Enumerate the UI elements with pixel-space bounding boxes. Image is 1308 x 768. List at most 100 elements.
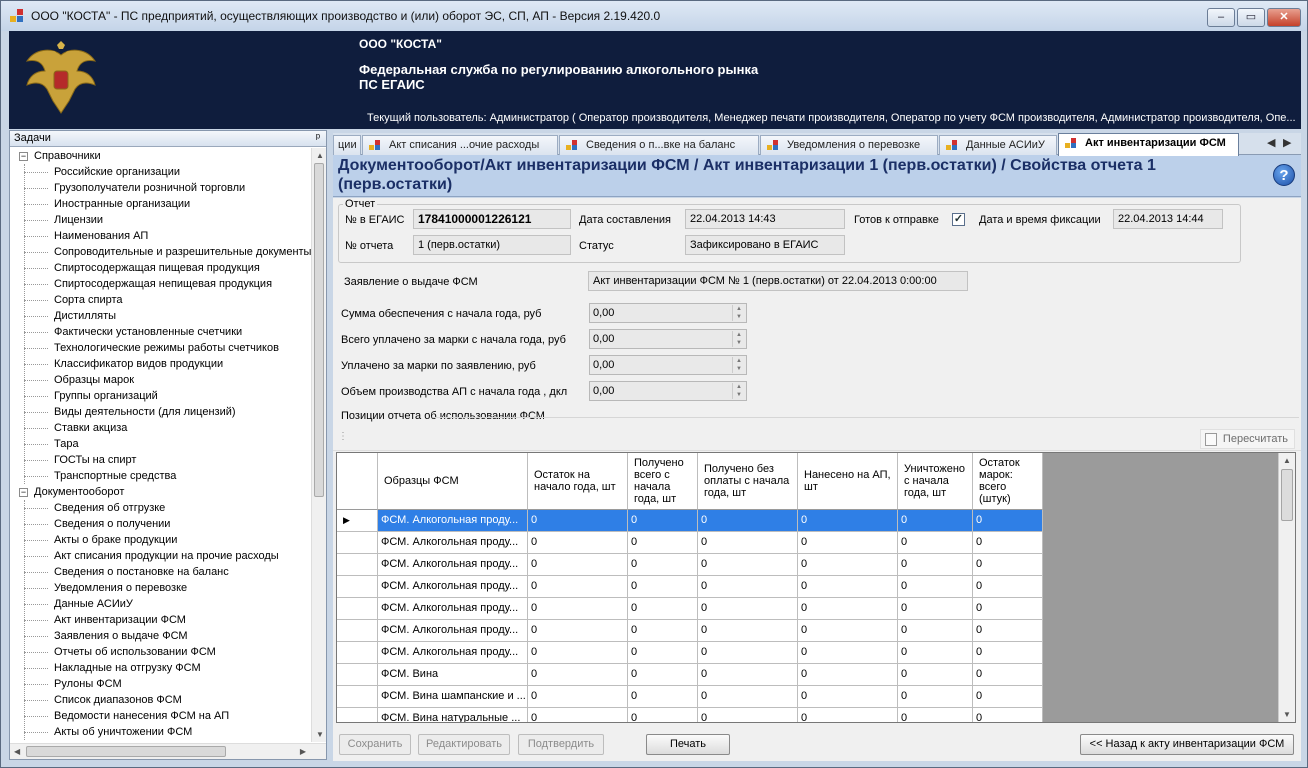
tab-write-off[interactable]: Акт списания ...очие расходы [362,135,558,155]
tree-item[interactable]: Группы организаций [10,388,312,404]
table-cell[interactable]: 0 [973,532,1043,554]
ready-to-send-checkbox[interactable]: ✓ [952,213,965,226]
edit-button[interactable]: Редактировать [418,734,510,755]
save-button[interactable]: Сохранить [339,734,411,755]
column-header[interactable]: Получено всего с начала года, шт [628,453,698,510]
table-cell[interactable]: 0 [528,510,628,532]
total-paid-input[interactable]: 0,00 ▲ ▼ [589,329,747,349]
table-cell[interactable]: 0 [698,532,798,554]
table-cell[interactable]: 0 [798,686,898,708]
row-header[interactable]: ▶ [337,510,378,532]
tree-item[interactable]: Данные АСИиУ [10,596,312,612]
table-cell[interactable]: ФСМ. Алкогольная проду... [378,642,528,664]
tree-item[interactable]: Дистилляты [10,308,312,324]
tree-item[interactable]: Акт списания продукции на прочие расходы [10,548,312,564]
row-header[interactable] [337,686,378,708]
table-cell[interactable]: 0 [798,642,898,664]
table-cell[interactable]: 0 [898,708,973,722]
row-header[interactable] [337,576,378,598]
tree-item[interactable]: Накладные на отгрузку ФСМ [10,660,312,676]
table-cell[interactable]: 0 [973,598,1043,620]
tree-item[interactable]: Российские организации [10,164,312,180]
tree-item[interactable]: Спиртосодержащая пищевая продукция [10,260,312,276]
tree-item[interactable]: Классификатор видов продукции [10,356,312,372]
table-cell[interactable]: 0 [628,708,698,722]
collapse-icon[interactable]: − [19,152,28,161]
tree-item[interactable]: Акты об уничтожении ФСМ [10,724,312,740]
table-cell[interactable]: 0 [528,598,628,620]
table-cell[interactable]: 0 [698,664,798,686]
tree-item[interactable]: Акт инвентаризации ФСМ [10,612,312,628]
column-header[interactable]: Получено без оплаты с начала года, шт [698,453,798,510]
tree-item[interactable]: Тара [10,436,312,452]
tree-item[interactable]: Рулоны ФСМ [10,676,312,692]
column-header[interactable]: Образцы ФСМ [378,453,528,510]
table-cell[interactable]: 0 [898,510,973,532]
row-header[interactable] [337,554,378,576]
tree-item[interactable]: Наименования АП [10,228,312,244]
table-cell[interactable]: 0 [798,510,898,532]
table-cell[interactable]: 0 [528,642,628,664]
table-cell[interactable]: 0 [798,532,898,554]
table-cell[interactable]: 0 [898,532,973,554]
table-cell[interactable]: 0 [528,664,628,686]
confirm-button[interactable]: Подтвердить [518,734,604,755]
table-cell[interactable]: 0 [898,686,973,708]
tree-item[interactable]: Сведения о постановке на баланс [10,564,312,580]
spin-buttons[interactable]: ▲ ▼ [732,331,745,347]
table-cell[interactable]: 0 [528,620,628,642]
tree-item[interactable]: Сопроводительные и разрешительные докуме… [10,244,312,260]
tasks-vertical-scrollbar[interactable]: ▲ ▼ [311,148,326,742]
table-cell[interactable]: 0 [698,554,798,576]
table-cell[interactable]: 0 [698,510,798,532]
tree-item[interactable]: Технологические режимы работы счетчиков [10,340,312,356]
table-cell[interactable]: 0 [973,554,1043,576]
tree-item[interactable]: Список диапазонов ФСМ [10,692,312,708]
row-header[interactable] [337,620,378,642]
table-cell[interactable]: 0 [628,510,698,532]
tree-item[interactable]: Иностранные организации [10,196,312,212]
table-row[interactable]: ▶ ФСМ. Алкогольная проду... 0 0 0 0 0 0 [337,510,1043,532]
table-cell[interactable]: 0 [898,642,973,664]
table-cell[interactable]: 0 [698,642,798,664]
table-cell[interactable]: 0 [628,598,698,620]
table-row[interactable]: ФСМ. Вина натуральные ... 0 0 0 0 0 0 [337,708,1043,722]
table-cell[interactable]: 0 [628,686,698,708]
table-cell[interactable]: ФСМ. Вина шампанские и ... [378,686,528,708]
scroll-thumb[interactable] [1281,469,1293,521]
column-header[interactable]: Остаток марок: всего (штук) [973,453,1043,510]
paid-by-application-input[interactable]: 0,00 ▲ ▼ [589,355,747,375]
table-cell[interactable]: 0 [628,642,698,664]
table-cell[interactable]: 0 [898,620,973,642]
grid-vertical-scrollbar[interactable]: ▲ ▼ [1278,453,1295,722]
tree-item[interactable]: Уведомления о перевозке [10,580,312,596]
table-cell[interactable]: 0 [973,664,1043,686]
close-button[interactable]: ✕ [1267,8,1301,27]
table-cell[interactable]: 0 [628,576,698,598]
table-row[interactable]: ФСМ. Вина шампанские и ... 0 0 0 0 0 0 [337,686,1043,708]
production-volume-input[interactable]: 0,00 ▲ ▼ [589,381,747,401]
table-cell[interactable]: ФСМ. Вина [378,664,528,686]
table-cell[interactable]: 0 [798,664,898,686]
minimize-button[interactable]: ‒ [1207,8,1235,27]
table-cell[interactable]: 0 [973,642,1043,664]
tree-item[interactable]: Ставки акциза [10,420,312,436]
table-cell[interactable]: 0 [698,708,798,722]
spin-buttons[interactable]: ▲ ▼ [732,357,745,373]
row-header[interactable] [337,642,378,664]
tree-item[interactable]: Фактически установленные счетчики [10,324,312,340]
tree-item[interactable]: Сведения об отгрузке [10,500,312,516]
tree-item[interactable]: Заявления о выдаче ФСМ [10,628,312,644]
table-cell[interactable]: 0 [798,576,898,598]
back-to-act-button[interactable]: << Назад к акту инвентаризации ФСМ [1080,734,1294,755]
table-cell[interactable]: ФСМ. Алкогольная проду... [378,576,528,598]
tree-item[interactable]: Транспортные средства [10,468,312,484]
table-cell[interactable]: 0 [798,620,898,642]
table-row[interactable]: ФСМ. Алкогольная проду... 0 0 0 0 0 0 [337,620,1043,642]
table-cell[interactable]: 0 [528,708,628,722]
table-cell[interactable]: 0 [973,620,1043,642]
table-cell[interactable]: 0 [798,554,898,576]
tab-transport[interactable]: Уведомления о перевозке [760,135,938,155]
table-cell[interactable]: ФСМ. Вина натуральные ... [378,708,528,722]
tree-item[interactable]: Сорта спирта [10,292,312,308]
